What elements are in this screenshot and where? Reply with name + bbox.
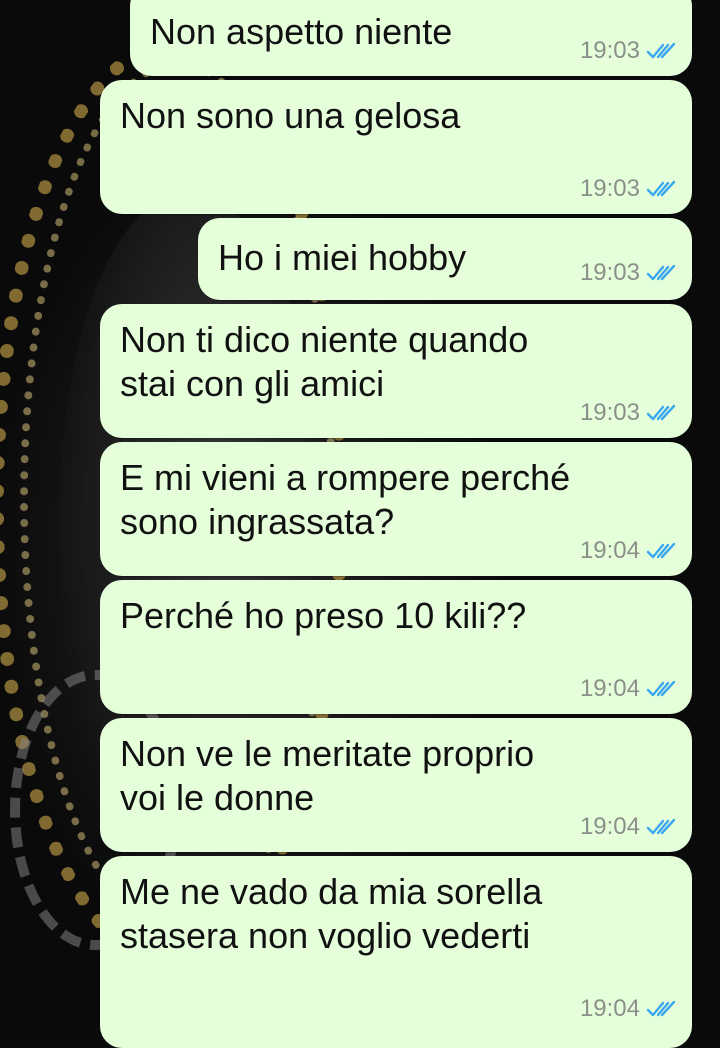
double-check-read-icon xyxy=(646,264,676,281)
message-bubble[interactable]: Non ve le meritate proprio voi le donne … xyxy=(100,718,692,852)
message-text: Me ne vado da mia sorella stasera non vo… xyxy=(120,871,543,956)
message-text: Non ti dico niente quando stai con gli a… xyxy=(120,319,529,404)
double-check-read-icon xyxy=(646,180,676,197)
message-bubble[interactable]: Me ne vado da mia sorella stasera non vo… xyxy=(100,856,692,1048)
message-text: Non ve le meritate proprio voi le donne xyxy=(120,733,535,818)
message-time: 19:04 xyxy=(579,813,640,840)
message-bubble[interactable]: Non sono una gelosa 19:03 xyxy=(100,80,692,214)
double-check-read-icon xyxy=(646,680,676,697)
message-bubble[interactable]: Non aspetto niente 19:03 xyxy=(130,0,692,76)
message-time: 19:04 xyxy=(579,995,640,1022)
double-check-read-icon xyxy=(646,1000,676,1017)
message-meta: 19:03 xyxy=(580,258,676,288)
double-check-read-icon xyxy=(646,42,676,59)
message-meta: 19:03 xyxy=(580,36,676,66)
message-text: Non sono una gelosa xyxy=(120,95,461,136)
message-time: 19:04 xyxy=(579,675,640,702)
message-meta: 19:04 xyxy=(580,536,676,566)
message-meta: 19:04 xyxy=(580,674,676,704)
message-bubble[interactable]: Non ti dico niente quando stai con gli a… xyxy=(100,304,692,438)
double-check-read-icon xyxy=(646,542,676,559)
double-check-read-icon xyxy=(646,818,676,835)
message-text: Non aspetto niente xyxy=(150,11,453,52)
message-time: 19:03 xyxy=(579,259,640,286)
message-bubble[interactable]: Perché ho preso 10 kili?? 19:04 xyxy=(100,580,692,714)
message-meta: 19:04 xyxy=(580,994,676,1024)
double-check-read-icon xyxy=(646,404,676,421)
message-meta: 19:04 xyxy=(580,812,676,842)
message-time: 19:03 xyxy=(579,175,640,202)
message-text: Perché ho preso 10 kili?? xyxy=(120,595,527,636)
message-bubble[interactable]: E mi vieni a rompere perché sono ingrass… xyxy=(100,442,692,576)
message-meta: 19:03 xyxy=(580,174,676,204)
message-text: E mi vieni a rompere perché sono ingrass… xyxy=(120,457,571,542)
message-text: Ho i miei hobby xyxy=(218,237,467,278)
message-time: 19:03 xyxy=(579,399,640,426)
message-meta: 19:03 xyxy=(580,398,676,428)
message-bubble[interactable]: Ho i miei hobby 19:03 xyxy=(198,218,692,300)
message-time: 19:03 xyxy=(579,37,640,64)
message-time: 19:04 xyxy=(579,537,640,564)
